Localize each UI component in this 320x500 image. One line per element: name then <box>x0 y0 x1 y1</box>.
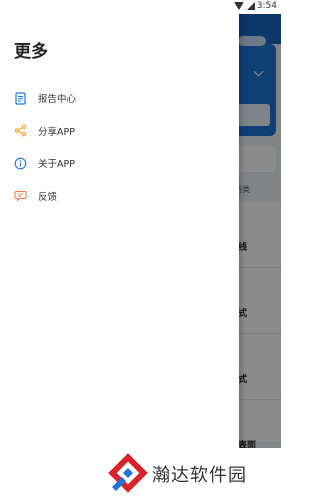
drawer-menu: 报告中心 分享APP 关于APP 反馈 <box>0 82 239 212</box>
feedback-icon <box>14 189 27 202</box>
drawer-title: 更多 <box>14 42 48 62</box>
watermark-area: 瀚达软件园 <box>0 448 281 500</box>
watermark-text: 瀚达软件园 <box>152 465 247 486</box>
menu-item-label: 关于APP <box>38 159 75 171</box>
menu-item-label: 分享APP <box>38 126 75 138</box>
status-bar: 3:54 <box>0 0 281 14</box>
menu-item-about-app[interactable]: 关于APP <box>0 147 239 180</box>
share-icon <box>14 124 27 137</box>
menu-item-report-center[interactable]: 报告中心 <box>0 82 239 115</box>
watermark-logo <box>106 451 150 495</box>
menu-item-label: 反馈 <box>38 191 58 203</box>
wifi-icon <box>234 2 244 10</box>
signal-icon <box>247 2 255 10</box>
menu-item-label: 报告中心 <box>38 94 77 106</box>
menu-item-feedback[interactable]: 反馈 <box>0 180 239 213</box>
menu-item-share-app[interactable]: 分享APP <box>0 115 239 148</box>
status-time: 3:54 <box>256 1 277 11</box>
navigation-drawer: 更多 报告中心 分享APP 关于APP 反馈 <box>0 0 239 500</box>
info-icon <box>14 157 27 170</box>
report-icon <box>14 92 27 105</box>
